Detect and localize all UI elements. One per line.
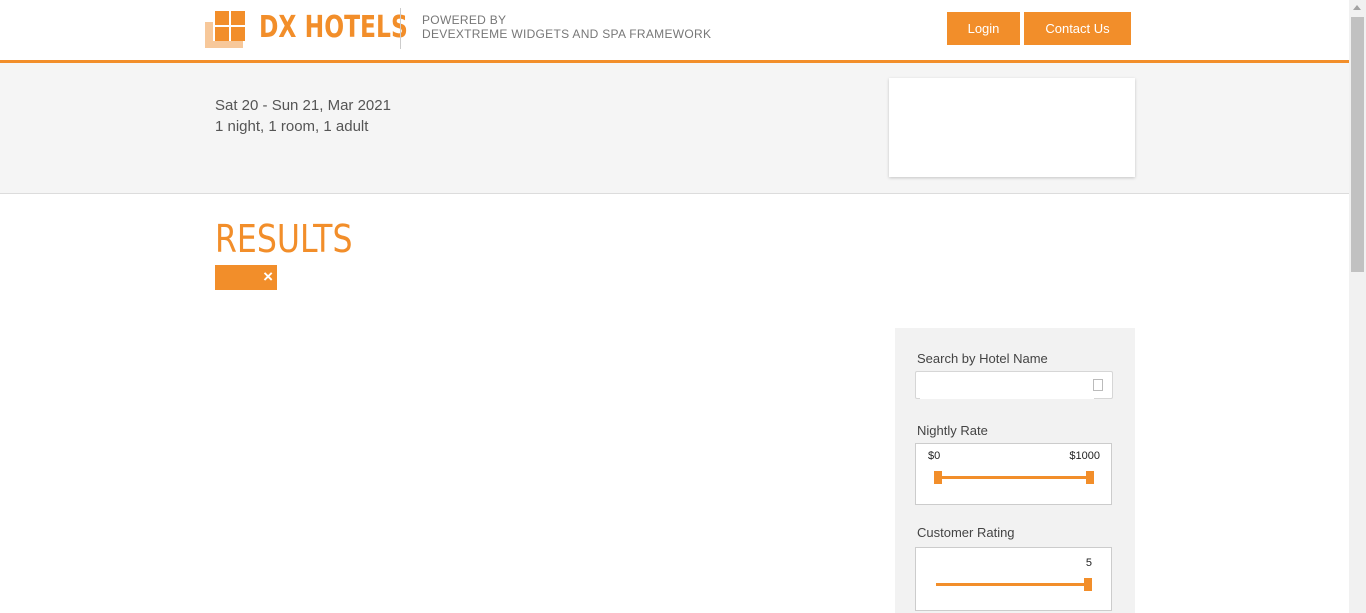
hotel-logo-icon bbox=[205, 11, 245, 48]
clear-icon[interactable] bbox=[1093, 379, 1103, 391]
rate-max-handle[interactable] bbox=[1086, 471, 1094, 484]
rating-track[interactable] bbox=[936, 583, 1088, 586]
booking-summary: Sat 20 - Sun 21, Mar 2021 1 night, 1 roo… bbox=[215, 95, 391, 137]
filter-sidebar: Search by Hotel Name Nightly Rate $0 $10… bbox=[895, 328, 1135, 613]
brand-name: DX HOTELS bbox=[259, 10, 408, 45]
hotel-name-label: Search by Hotel Name bbox=[917, 351, 1048, 366]
nightly-rate-label: Nightly Rate bbox=[917, 423, 988, 438]
powered-by: POWERED BY DEVEXTREME WIDGETS AND SPA FR… bbox=[422, 13, 711, 41]
filter-tag: × bbox=[215, 265, 277, 290]
powered-line-1: POWERED BY bbox=[422, 13, 507, 27]
customer-rating-slider[interactable]: 5 bbox=[915, 547, 1112, 611]
rating-value: 5 bbox=[1085, 557, 1092, 569]
booking-guests: 1 night, 1 room, 1 adult bbox=[215, 118, 369, 135]
rate-min-handle[interactable] bbox=[934, 471, 942, 484]
rate-track[interactable] bbox=[938, 476, 1091, 479]
close-icon[interactable]: × bbox=[263, 266, 273, 288]
search-panel[interactable] bbox=[889, 78, 1135, 177]
nightly-rate-slider[interactable]: $0 $1000 bbox=[915, 443, 1112, 505]
rate-max-value: $1000 bbox=[1069, 450, 1100, 462]
scroll-thumb[interactable] bbox=[1351, 17, 1364, 272]
customer-rating-label: Customer Rating bbox=[917, 525, 1015, 540]
hotel-name-search[interactable] bbox=[915, 371, 1113, 399]
hotel-name-input[interactable] bbox=[920, 373, 1094, 399]
rating-handle[interactable] bbox=[1084, 578, 1092, 591]
powered-line-2: DEVEXTREME WIDGETS AND SPA FRAMEWORK bbox=[422, 27, 712, 41]
login-button[interactable]: Login bbox=[947, 12, 1020, 45]
booking-dates: Sat 20 - Sun 21, Mar 2021 bbox=[215, 97, 391, 114]
scroll-up-icon[interactable] bbox=[1353, 5, 1361, 10]
site-header: DX HOTELS POWERED BY DEVEXTREME WIDGETS … bbox=[0, 0, 1349, 63]
page-scrollbar[interactable] bbox=[1349, 0, 1366, 613]
rate-min-value: $0 bbox=[928, 450, 941, 462]
results-title: RESULTS bbox=[215, 217, 353, 261]
contact-us-button[interactable]: Contact Us bbox=[1024, 12, 1131, 45]
header-divider bbox=[400, 8, 401, 49]
search-summary-band: Sat 20 - Sun 21, Mar 2021 1 night, 1 roo… bbox=[0, 63, 1349, 194]
